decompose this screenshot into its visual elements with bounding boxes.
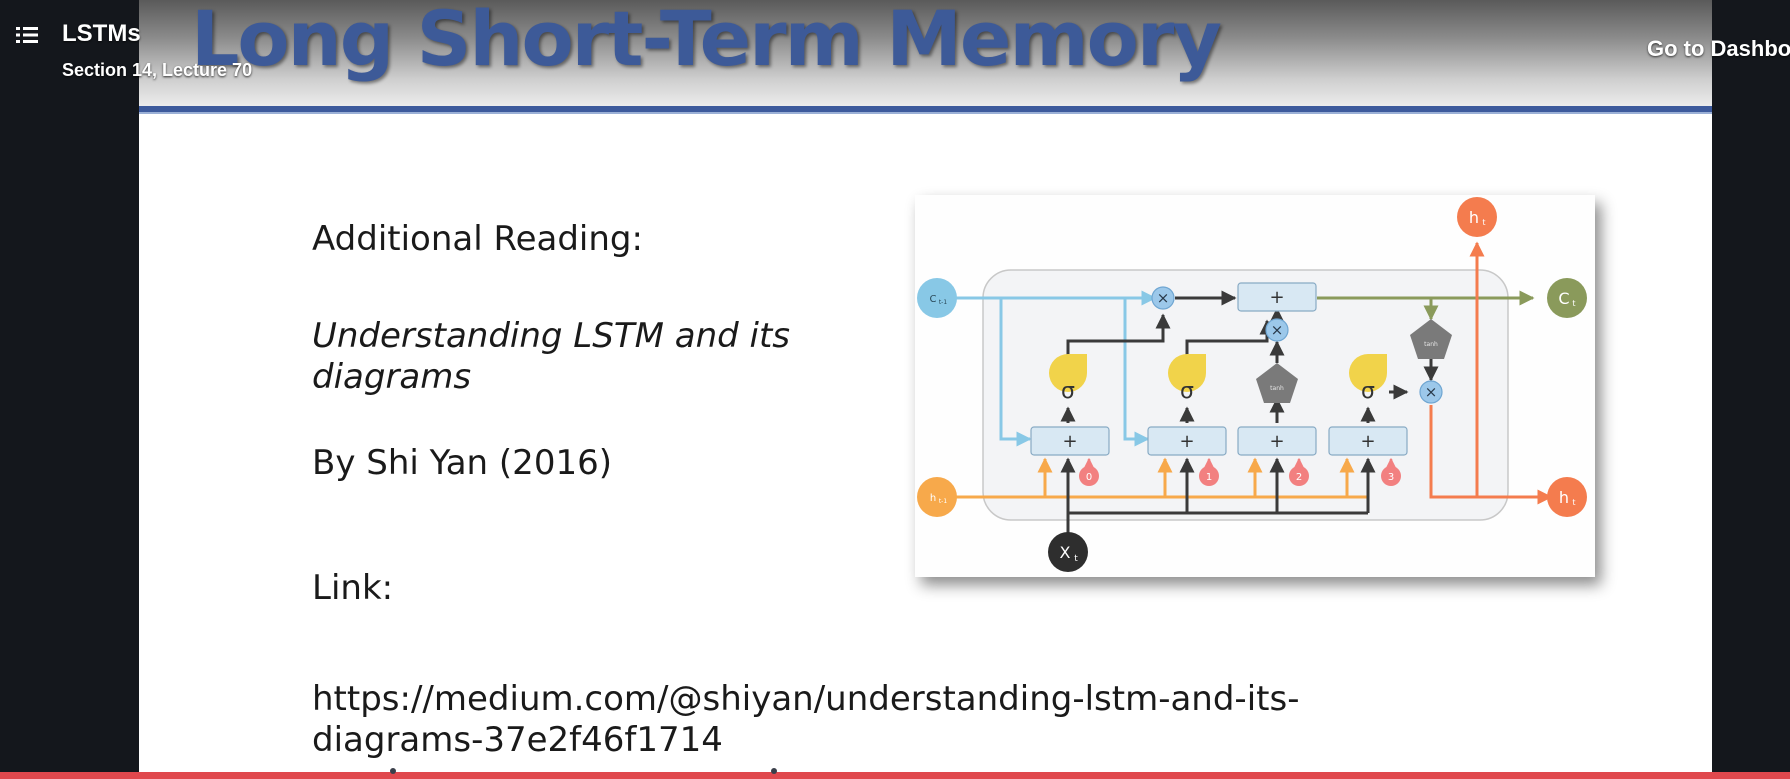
svg-text:C: C [1558,289,1569,308]
lecture-info: LSTMs Section 14, Lecture 70 [0,0,300,100]
svg-text:t-1: t-1 [939,498,948,505]
go-to-dashboard-button[interactable]: Go to Dashbo [1647,36,1790,62]
svg-text:×: × [1271,321,1284,339]
svg-text:σ: σ [1361,379,1375,404]
svg-text:C: C [930,294,937,305]
h-prev-node [917,477,957,517]
svg-text:σ: σ [1180,379,1194,404]
article-title-line2: diagrams [312,357,472,397]
progress-marker [771,768,777,774]
svg-text:2: 2 [1296,472,1302,483]
svg-text:+: + [1269,431,1284,452]
lstm-diagram: + + + + + σ σ σ tanh tanh × × × 0 1 2 3 … [915,195,1595,577]
svg-text:t-1: t-1 [939,299,948,306]
link-label: Link: [312,568,394,608]
article-title-line1: Understanding LSTM and its [312,316,791,356]
c-prev-node [917,278,957,318]
svg-text:t: t [1572,498,1575,507]
progress-marker [390,768,396,774]
svg-text:t: t [1074,554,1078,564]
svg-text:h: h [930,493,936,504]
lecture-subtitle: Section 14, Lecture 70 [62,60,253,80]
svg-text:1: 1 [1206,472,1212,483]
svg-text:+: + [1062,431,1077,452]
article-url-line2: diagrams-37e2f46f1714 [312,720,723,760]
lstm-diagram-svg: + + + + + σ σ σ tanh tanh × × × 0 1 2 3 … [917,197,1587,572]
lecture-slide: Long Short-Term Memory Additional Readin… [139,0,1712,779]
svg-text:+: + [1360,431,1375,452]
svg-text:h: h [1559,488,1569,507]
svg-text:0: 0 [1086,472,1092,483]
slide-title: Long Short-Term Memory [191,0,1222,83]
svg-text:t: t [1482,218,1485,227]
article-author: By Shi Yan (2016) [312,443,612,483]
svg-text:tanh: tanh [1424,341,1438,348]
svg-text:×: × [1157,289,1170,307]
lecture-title: LSTMs [62,20,141,47]
svg-text:3: 3 [1388,472,1394,483]
svg-text:+: + [1269,287,1284,308]
svg-text:h: h [1469,208,1479,227]
article-url-line1: https://medium.com/@shiyan/understanding… [312,679,1300,719]
svg-text:σ: σ [1061,379,1075,404]
svg-text:+: + [1179,431,1194,452]
svg-text:tanh: tanh [1270,385,1284,392]
svg-text:X: X [1060,543,1071,562]
video-player[interactable]: Long Short-Term Memory Additional Readin… [0,0,1790,779]
svg-text:t: t [1572,299,1575,308]
svg-text:×: × [1425,383,1438,401]
reading-heading: Additional Reading: [312,219,643,259]
title-divider-accent [139,112,1712,114]
curriculum-list-icon[interactable] [16,26,38,44]
video-progress-bar[interactable] [0,772,1790,779]
